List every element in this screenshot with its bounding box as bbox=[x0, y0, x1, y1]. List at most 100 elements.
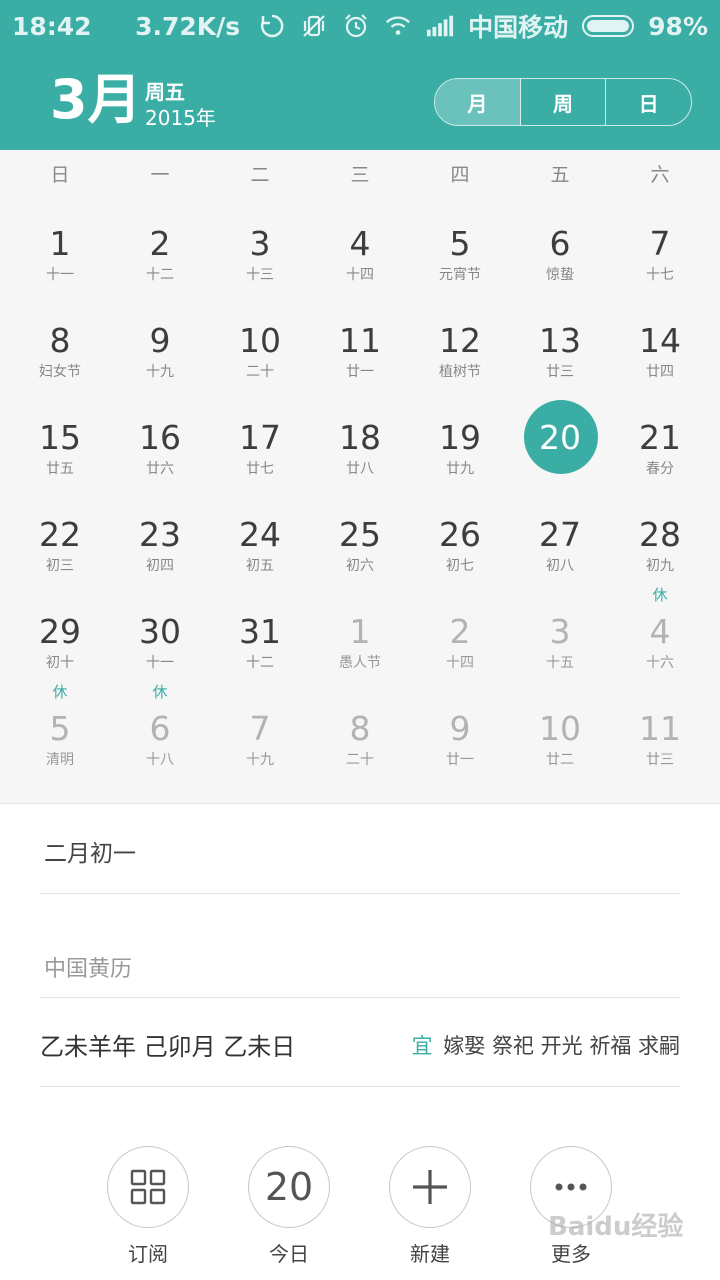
calendar-day[interactable]: 8 妇女节 bbox=[10, 295, 110, 392]
calendar-day[interactable]: 17 廿七 bbox=[210, 392, 310, 489]
day-number: 3 bbox=[249, 224, 271, 263]
day-number: 2 bbox=[449, 612, 471, 651]
calendar-grid: 1 十一 2 十二 3 十三 4 十四 5 元宵节 6 惊蛰 7 十七 8 妇女节 9 十九 10 二十 11 廿一 12 植… bbox=[10, 198, 710, 780]
calendar-day[interactable]: 19 廿九 bbox=[410, 392, 510, 489]
tab-day[interactable]: 日 bbox=[606, 79, 691, 125]
calendar-day[interactable]: 12 植树节 bbox=[410, 295, 510, 392]
yi-activities: 宜 嫁娶 祭祀 开光 祈福 求嗣 bbox=[412, 1030, 680, 1060]
day-number: 9 bbox=[449, 709, 471, 748]
lunar-day: 十九 bbox=[246, 752, 274, 768]
lunar-day: 妇女节 bbox=[39, 364, 81, 380]
lunar-day: 十四 bbox=[346, 267, 374, 283]
lunar-day: 十一 bbox=[146, 655, 174, 671]
tab-month[interactable]: 月 bbox=[435, 79, 521, 125]
calendar-day[interactable]: 21 春分 bbox=[610, 392, 710, 489]
subscribe-label: 订阅 bbox=[128, 1242, 168, 1266]
subscribe-action[interactable]: 订阅 bbox=[98, 1146, 198, 1267]
lunar-day: 清明 bbox=[46, 752, 74, 768]
calendar-day[interactable]: 9 十九 bbox=[110, 295, 210, 392]
lunar-day: 植树节 bbox=[439, 364, 481, 380]
network-speed: 3.72K/s bbox=[135, 11, 241, 41]
calendar-day[interactable]: 26 初七 bbox=[410, 489, 510, 586]
calendar-day[interactable]: 28 初九 bbox=[610, 489, 710, 586]
calendar-day[interactable]: 27 初八 bbox=[510, 489, 610, 586]
tab-week[interactable]: 周 bbox=[521, 79, 607, 125]
current-month[interactable]: 3月 bbox=[50, 70, 142, 130]
day-number: 6 bbox=[549, 224, 571, 263]
calendar-day[interactable]: 16 廿六 bbox=[110, 392, 210, 489]
today-action[interactable]: 20 今日 bbox=[239, 1146, 339, 1267]
day-number: 2 bbox=[149, 224, 171, 263]
calendar-day[interactable]: 5 元宵节 bbox=[410, 198, 510, 295]
calendar-day[interactable]: 11 廿三 bbox=[610, 683, 710, 780]
lunar-day: 十二 bbox=[146, 267, 174, 283]
subscribe-button[interactable] bbox=[107, 1146, 189, 1228]
calendar-day[interactable]: 13 廿三 bbox=[510, 295, 610, 392]
calendar-week-row: 休 5 清明 休 6 十八 7 十九 8 二十 9 廿一 10 廿二 11 廿三 bbox=[10, 683, 710, 780]
holiday-rest-badge: 休 bbox=[152, 683, 168, 701]
wifi-icon bbox=[384, 12, 412, 40]
calendar-day[interactable]: 15 廿五 bbox=[10, 392, 110, 489]
calendar-day[interactable]: 2 十二 bbox=[110, 198, 210, 295]
day-number: 29 bbox=[39, 612, 81, 651]
calendar-day[interactable]: 休 6 十八 bbox=[110, 683, 210, 780]
calendar-day[interactable]: 10 廿二 bbox=[510, 683, 610, 780]
calendar-day[interactable]: 11 廿一 bbox=[310, 295, 410, 392]
day-number: 12 bbox=[439, 321, 481, 360]
day-number: 13 bbox=[539, 321, 581, 360]
calendar-day[interactable]: 3 十三 bbox=[210, 198, 310, 295]
day-number: 16 bbox=[139, 418, 181, 457]
lunar-day: 初三 bbox=[46, 558, 74, 574]
calendar-day[interactable]: 25 初六 bbox=[310, 489, 410, 586]
calendar-day[interactable]: 7 十九 bbox=[210, 683, 310, 780]
calendar-day[interactable]: 7 十七 bbox=[610, 198, 710, 295]
calendar-day[interactable]: 14 廿四 bbox=[610, 295, 710, 392]
calendar-day[interactable]: 9 廿一 bbox=[410, 683, 510, 780]
lunar-day: 十三 bbox=[246, 267, 274, 283]
lunar-day: 初八 bbox=[546, 558, 574, 574]
status-time: 18:42 bbox=[12, 11, 92, 41]
calendar-day[interactable]: 4 十四 bbox=[310, 198, 410, 295]
day-number: 25 bbox=[339, 515, 381, 554]
day-number: 10 bbox=[539, 709, 581, 748]
calendar-day[interactable]: 29 初十 bbox=[10, 586, 110, 683]
lunar-day: 元宵节 bbox=[439, 267, 481, 283]
calendar-day[interactable]: 休 5 清明 bbox=[10, 683, 110, 780]
calendar-day[interactable]: 23 初四 bbox=[110, 489, 210, 586]
lunar-day: 十八 bbox=[146, 752, 174, 768]
calendar-day[interactable]: 24 初五 bbox=[210, 489, 310, 586]
almanac-title[interactable]: 中国黄历 bbox=[44, 951, 132, 983]
calendar-day[interactable]: 6 惊蛰 bbox=[510, 198, 610, 295]
lunar-day: 初七 bbox=[446, 558, 474, 574]
calendar-day[interactable]: 3 十五 bbox=[510, 586, 610, 683]
lunar-day: 十一 bbox=[46, 267, 74, 283]
calendar-day-selected[interactable]: 20 bbox=[510, 392, 610, 489]
day-number: 20 bbox=[539, 418, 581, 457]
calendar-day[interactable]: 18 廿八 bbox=[310, 392, 410, 489]
calendar-day[interactable]: 30 十一 bbox=[110, 586, 210, 683]
calendar-day[interactable]: 22 初三 bbox=[10, 489, 110, 586]
calendar-day[interactable]: 2 十四 bbox=[410, 586, 510, 683]
lunar-day: 廿四 bbox=[646, 364, 674, 380]
day-number: 1 bbox=[49, 224, 71, 263]
day-number: 23 bbox=[139, 515, 181, 554]
calendar-day[interactable]: 8 二十 bbox=[310, 683, 410, 780]
current-weekday: 周五 bbox=[145, 80, 185, 104]
lunar-day: 廿五 bbox=[46, 461, 74, 477]
calendar-day[interactable]: 1 十一 bbox=[10, 198, 110, 295]
lunar-day: 廿六 bbox=[146, 461, 174, 477]
plus-icon bbox=[413, 1170, 447, 1204]
day-number: 11 bbox=[339, 321, 381, 360]
mute-icon bbox=[300, 12, 328, 40]
calendar-day[interactable]: 31 十二 bbox=[210, 586, 310, 683]
new-action[interactable]: 新建 bbox=[380, 1146, 480, 1267]
lunar-day: 十四 bbox=[446, 655, 474, 671]
calendar-day[interactable]: 休 4 十六 bbox=[610, 586, 710, 683]
new-button[interactable] bbox=[389, 1146, 471, 1228]
today-button[interactable]: 20 bbox=[248, 1146, 330, 1228]
current-year: 2015年 bbox=[145, 106, 216, 130]
holiday-rest-badge: 休 bbox=[652, 586, 668, 604]
calendar-day[interactable]: 10 二十 bbox=[210, 295, 310, 392]
lunar-day: 二十 bbox=[346, 752, 374, 768]
calendar-day[interactable]: 1 愚人节 bbox=[310, 586, 410, 683]
